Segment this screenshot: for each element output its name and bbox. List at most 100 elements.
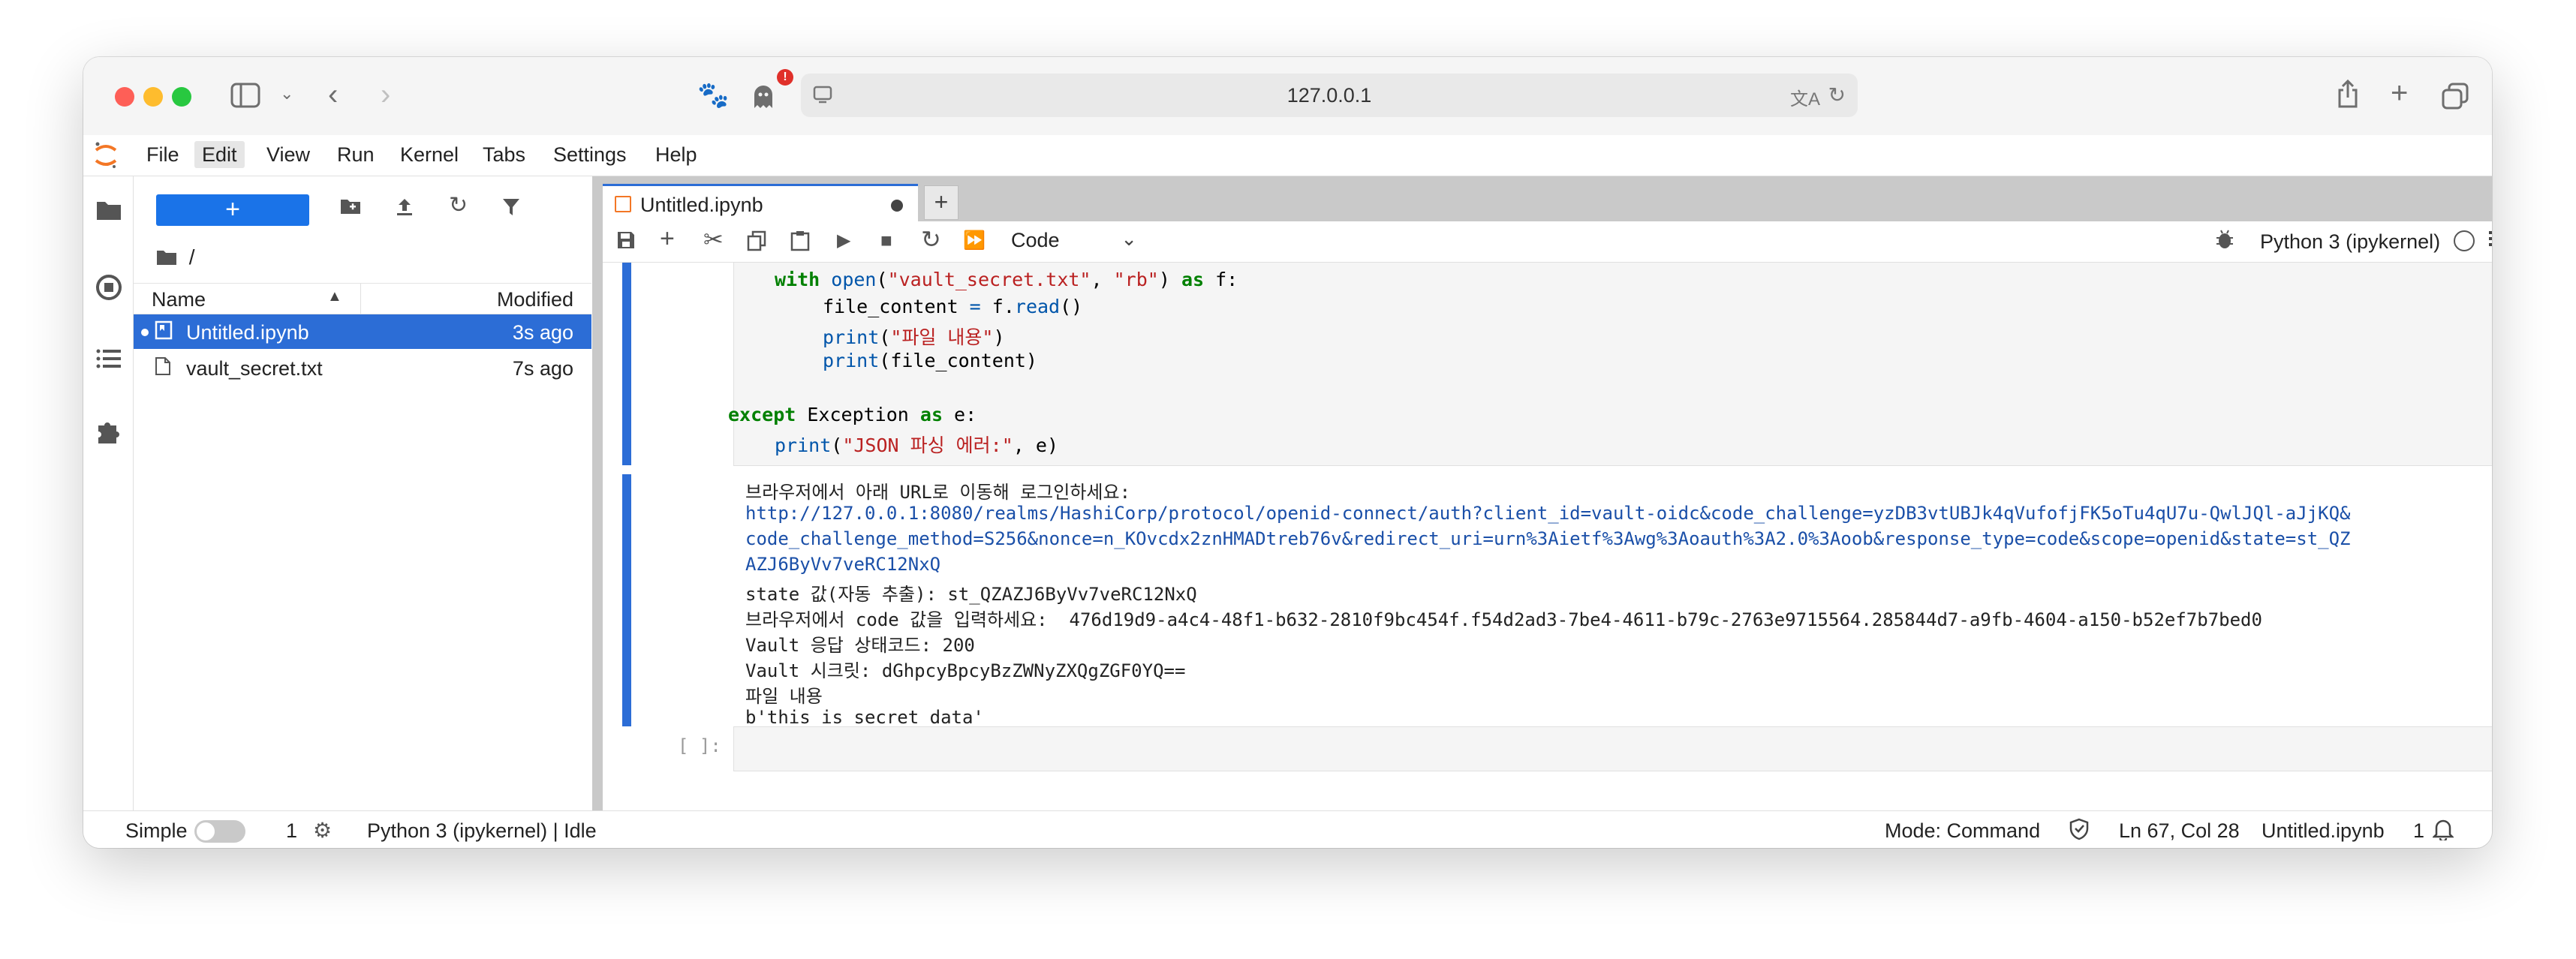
column-name[interactable]: Name — [152, 288, 206, 311]
file-name: vault_secret.txt — [186, 357, 323, 380]
reload-icon[interactable]: ↻ — [1828, 83, 1846, 107]
terminal-count[interactable]: 1 — [286, 819, 297, 843]
text-file-icon — [155, 356, 171, 381]
run-cell-icon[interactable]: ▶ — [837, 232, 850, 250]
upload-icon[interactable] — [395, 197, 414, 221]
menu-run[interactable]: Run — [330, 141, 382, 168]
simple-mode-label: Simple — [125, 819, 188, 842]
menu-tabs[interactable]: Tabs — [475, 141, 533, 168]
notification-count[interactable]: 1 — [2413, 819, 2424, 843]
simple-mode-toggle[interactable] — [194, 820, 245, 843]
menu-file[interactable]: File — [139, 141, 187, 168]
cursor-position[interactable]: Ln 67, Col 28 — [2119, 819, 2240, 843]
menu-edit[interactable]: Edit — [194, 141, 245, 168]
output-line: 브라우저에서 code 값을 입력하세요: 476d19d9-a4c4-48f1… — [745, 609, 2262, 630]
menu-help[interactable]: Help — [648, 141, 705, 168]
code-line: file_content = f.read() — [823, 296, 1083, 317]
kernel-gear-icon[interactable]: ⚙ — [313, 818, 332, 843]
auth-url-link[interactable]: code_challenge_method=S256&nonce=n_KOvcd… — [745, 528, 2350, 549]
folder-icon[interactable] — [156, 247, 177, 271]
chevron-down-icon[interactable]: ⌄ — [280, 86, 293, 102]
translate-icon[interactable]: 文A — [1790, 84, 1820, 110]
tab-overview-icon[interactable] — [2442, 83, 2469, 114]
menu-bar: File Edit View Run Kernel Tabs Settings … — [83, 135, 2492, 176]
file-list-header: Name ▲ Modified — [134, 283, 591, 314]
code-line: print(file_content) — [823, 350, 1037, 371]
empty-code-cell[interactable] — [733, 726, 2492, 771]
cell-prompt: [ ]: — [678, 735, 721, 756]
menu-settings[interactable]: Settings — [546, 141, 634, 168]
restart-kernel-icon[interactable]: ↻ — [921, 227, 941, 251]
paw-extension-icon[interactable]: 🐾 — [697, 83, 729, 108]
auth-url-link[interactable]: AZJ6ByVv7veRC12NxQ — [745, 554, 940, 575]
tab-label: Untitled.ipynb — [640, 194, 763, 216]
command-mode: Mode: Command — [1885, 819, 2041, 842]
file-row-untitled-ipynb[interactable]: Untitled.ipynb 3s ago — [134, 314, 591, 349]
document-tab-bar: Untitled.ipynb + — [592, 176, 2492, 221]
kernel-name-button[interactable]: Python 3 (ipykernel) — [2260, 230, 2440, 254]
running-sessions-icon[interactable] — [95, 274, 122, 305]
refresh-icon[interactable]: ↻ — [449, 194, 468, 217]
bell-icon[interactable] — [2431, 818, 2455, 846]
output-line: b'this is secret data' — [745, 707, 984, 728]
close-window-button[interactable] — [115, 87, 134, 107]
unsaved-dot-icon — [141, 329, 149, 336]
zoom-window-button[interactable] — [172, 87, 191, 107]
folder-icon[interactable] — [95, 199, 122, 226]
sidebar-toggle-icon[interactable] — [230, 83, 260, 113]
kernel-status[interactable]: Python 3 (ipykernel) | Idle — [367, 819, 597, 843]
file-browser: + ↻ / Name ▲ Modified Untitled.ipynb 3s … — [134, 176, 591, 810]
copy-icon[interactable] — [747, 230, 766, 255]
new-tab-icon[interactable]: + — [2391, 78, 2408, 108]
share-icon[interactable] — [2337, 79, 2359, 113]
browser-window: ⌄ ‹ › 🐾 ! 127.0.0.1 文A ↻ + File Edit Vie… — [83, 57, 2492, 848]
debugger-icon[interactable] — [2215, 229, 2234, 254]
status-bar: Simple 1 ⚙ Python 3 (ipykernel) | Idle M… — [83, 810, 2492, 848]
cell-type-value: Code — [1011, 229, 1060, 251]
extension-manager-icon[interactable] — [95, 418, 122, 449]
shield-icon[interactable] — [2069, 818, 2089, 846]
menu-kernel[interactable]: Kernel — [393, 141, 466, 168]
save-icon[interactable] — [616, 230, 636, 254]
cell-type-dropdown[interactable]: Code ⌄ — [1011, 227, 1137, 254]
notification-badge: ! — [777, 69, 793, 86]
current-filename: Untitled.ipynb — [2262, 819, 2385, 842]
file-row-vault-secret-txt[interactable]: vault_secret.txt 7s ago — [134, 350, 591, 385]
add-tab-button[interactable]: + — [924, 185, 958, 220]
output-line: state 값(자동 추출): st_QZAZJ6ByVv7veRC12NxQ — [745, 584, 1197, 605]
column-divider[interactable] — [360, 284, 361, 314]
breadcrumb: / — [156, 245, 195, 271]
cell-collapser[interactable] — [622, 263, 631, 465]
filter-icon[interactable] — [501, 197, 521, 221]
tab-untitled-ipynb[interactable]: Untitled.ipynb — [603, 184, 918, 221]
cut-icon[interactable]: ✂ — [703, 227, 724, 251]
main-area: Untitled.ipynb + + ✂ ▶ ■ ↻ ⏩ Code ⌄ Pyth… — [592, 176, 2492, 810]
insert-cell-icon[interactable]: + — [660, 226, 675, 251]
output-line: Vault 응답 상태코드: 200 — [745, 635, 975, 656]
breadcrumb-path[interactable]: / — [189, 245, 195, 269]
minimize-window-button[interactable] — [143, 87, 163, 107]
output-collapser[interactable] — [622, 474, 631, 726]
paste-icon[interactable] — [790, 230, 810, 255]
interrupt-kernel-icon[interactable]: ■ — [880, 230, 892, 250]
ghost-extension-icon[interactable] — [751, 84, 775, 114]
code-cell-editor[interactable]: with open("vault_secret.txt", "rb") as f… — [728, 263, 2492, 466]
hamburger-menu-icon[interactable] — [2488, 229, 2492, 252]
address-bar[interactable]: 127.0.0.1 文A ↻ — [801, 74, 1858, 117]
output-line: Vault 시크릿: dGhpcyBpcyBzZWNyZXQgZGF0YQ== — [745, 660, 1186, 681]
back-icon[interactable]: ‹ — [328, 80, 338, 110]
unsaved-indicator-icon[interactable] — [891, 200, 903, 212]
sort-ascending-icon: ▲ — [327, 288, 342, 305]
new-launcher-button[interactable]: + — [156, 194, 309, 226]
chevron-down-icon: ⌄ — [1121, 227, 1137, 250]
table-of-contents-icon[interactable] — [95, 347, 122, 374]
menu-view[interactable]: View — [259, 141, 317, 168]
jupyter-logo-icon — [94, 141, 118, 170]
browser-toolbar: ⌄ ‹ › 🐾 ! 127.0.0.1 文A ↻ + — [83, 57, 2492, 136]
new-folder-icon[interactable] — [339, 197, 362, 219]
column-modified[interactable]: Modified — [497, 288, 573, 311]
forward-icon[interactable]: › — [381, 80, 390, 110]
run-all-icon[interactable]: ⏩ — [963, 232, 986, 250]
auth-url-link[interactable]: http://127.0.0.1:8080/realms/HashiCorp/p… — [745, 503, 2350, 524]
notebook-toolbar: + ✂ ▶ ■ ↻ ⏩ Code ⌄ Python 3 (ipykernel) — [603, 221, 2492, 263]
